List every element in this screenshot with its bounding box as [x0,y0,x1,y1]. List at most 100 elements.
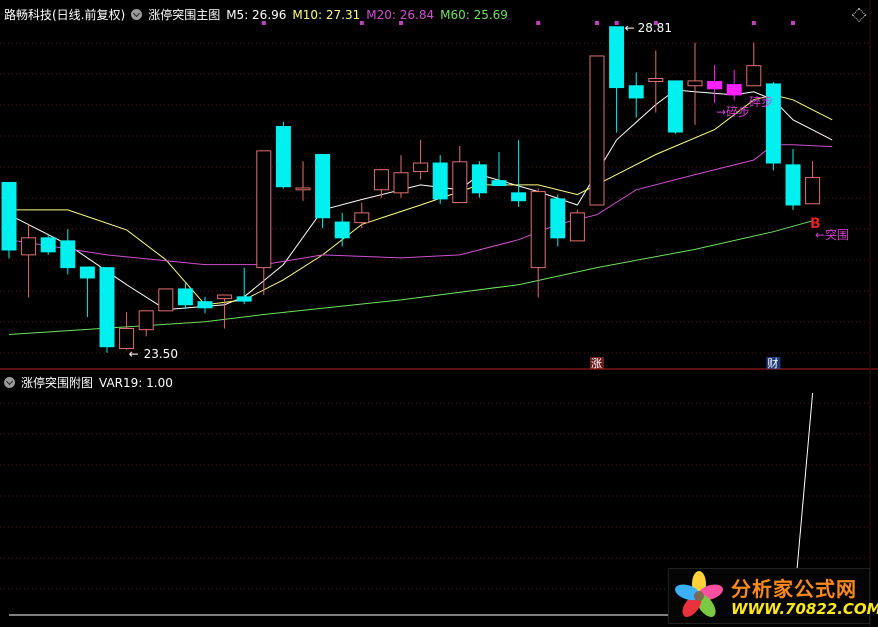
low-price-label: 23.50 [144,347,178,361]
marker-label: 财 [767,356,778,370]
candle-body [687,80,703,87]
candle-body [256,150,272,269]
stock-title[interactable]: 路畅科技(日线.前复权) [4,6,125,23]
candle-body [805,177,821,205]
candle-body [785,164,801,206]
candle [236,267,252,305]
ma10-value: M10: 27.31 [292,7,361,22]
candle [707,65,723,103]
candle-body [275,126,291,188]
marker-label: 涨 [591,357,602,370]
candle-body [432,162,448,200]
candle-body [21,237,37,256]
candle [21,224,37,298]
step-label-2: 碎步 [749,94,773,109]
candle-body [354,212,370,224]
candle-body [40,237,56,253]
candle [217,294,233,329]
candle [589,55,605,206]
candle-body [1,181,17,251]
candle [805,161,821,205]
candle [785,149,801,210]
candle [1,181,17,259]
sub-indicator-name[interactable]: 涨停突围附图 [21,374,93,391]
main-header: 路畅科技(日线.前复权) 涨停突围主图 M5: 26.96 M10: 27.31… [4,6,508,23]
candle-body [491,180,507,187]
main-indicator-name[interactable]: 涨停突围主图 [148,6,220,23]
candle [609,26,625,133]
candle [177,282,193,309]
sub-header: 涨停突围附图 VAR19: 1.00 [4,374,173,391]
candle [511,139,527,207]
candle [687,42,703,125]
candle-body [609,26,625,89]
candle [119,312,135,350]
candle-body [569,212,585,242]
signal-dot [614,21,619,25]
candle [452,145,468,204]
candle [569,209,585,242]
candle-body [471,164,487,194]
candle-body [648,77,664,83]
candle [726,69,742,101]
candle [667,80,683,134]
candle [393,155,409,198]
candle-body [393,172,409,194]
candle [275,121,291,189]
event-marker: 涨 [590,357,604,370]
candle-body [79,266,95,279]
signal-dot [595,21,599,25]
high-price-label: 28.81 [638,21,672,35]
candle-body [530,191,546,269]
event-marker: 财 [766,356,781,370]
signal-dot [751,21,756,25]
candle-body [511,192,527,202]
candle-body [99,267,115,348]
candle-body [667,80,683,133]
candle [413,139,429,180]
candle [60,229,76,275]
candle [138,310,154,337]
candle-body [295,187,311,191]
ma-line-m5 [8,89,833,311]
candle-body [413,162,429,173]
candle-body [138,310,154,331]
candle [550,194,566,247]
ma5-value: M5: 26.96 [226,7,287,22]
candle [99,267,115,353]
candle-body [589,55,605,206]
chevron-down-icon[interactable] [4,377,15,388]
ma-line-m60 [8,220,813,335]
candle-body [177,288,193,306]
candle [354,202,370,229]
candle-body [197,301,213,309]
candle [79,266,95,317]
candle-body [315,153,331,219]
candle [491,152,507,187]
candle [648,50,664,113]
chevron-down-icon[interactable] [131,9,143,20]
candle [432,155,448,204]
candle-body [726,84,742,96]
candle-body [550,198,566,239]
candle-body [60,240,76,269]
step-label-1: →碎步 [716,104,750,119]
candle-body [452,161,468,204]
signal-dot [791,21,795,25]
candle-body [746,65,762,87]
candle-body [119,327,135,350]
kline-chart[interactable]: 28.81 ← 23.50 ← →碎步 碎步 B ←突围 涨财 [0,0,878,627]
candle [295,161,311,201]
breakout-label: ←突围 [815,227,849,242]
high-arrow: ← [625,21,635,35]
logo-url: WWW.70822.COM [731,600,878,618]
ma-line-m10 [9,94,833,306]
candle-body [217,294,233,300]
candle [628,72,644,118]
candle [334,212,350,247]
candle-body [707,81,723,90]
logo-name: 分析家公式网 [731,577,857,601]
candle [158,288,174,312]
ma60-value: M60: 25.69 [440,7,508,22]
candle [746,42,762,87]
